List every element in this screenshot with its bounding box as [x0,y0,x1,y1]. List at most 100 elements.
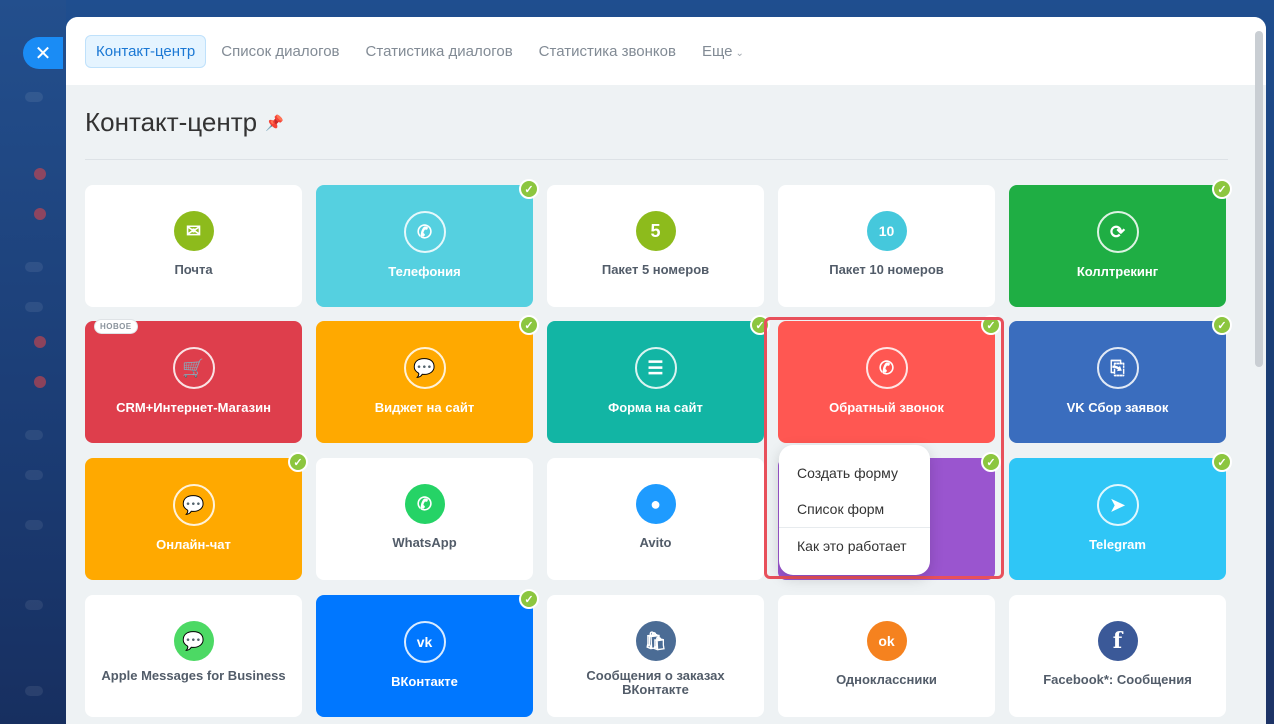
connector-label: Apple Messages for Business [101,668,286,683]
connector-label: VK Сбор заявок [1066,400,1169,415]
connected-check-icon: ✓ [981,452,1001,472]
scrollbar[interactable] [1255,31,1263,367]
background-menu-item [25,302,43,312]
page-title: Контакт-центр [85,107,258,137]
connector-label: WhatsApp [392,535,457,550]
connector-label: CRM+Интернет-Магазин [116,400,271,415]
connector-tile[interactable]: ✆ Обратный звонок ✓ [778,315,1001,443]
calltracking-icon: ⟳ [1096,211,1139,253]
online-chat-icon: 💬 [172,484,215,526]
connector-label: Одноклассники [836,672,937,687]
connected-check-icon: ✓ [1212,452,1232,472]
menu-item-create-form[interactable]: Создать форму [779,455,930,491]
divider [85,159,1228,160]
background-menu-item [25,262,43,272]
background-counter [34,168,46,180]
background-menu-item [25,520,43,530]
pin-icon[interactable]: 📌 [265,114,284,132]
connected-check-icon: ✓ [519,179,539,199]
connector-tile[interactable]: ✉ Почта [85,185,302,307]
icon-number: 5 [650,220,661,241]
connector-tile[interactable]: 10 Пакет 10 номеров [778,185,995,307]
connector-label: Telegram [1089,537,1146,552]
connector-tile[interactable]: f Facebook*: Сообщения [1009,595,1226,717]
page-header: Контакт-центр 📌 [85,107,284,138]
connected-check-icon: ✓ [288,452,308,472]
connector-tile[interactable]: ✆ WhatsApp [316,458,533,580]
background-counter [34,208,46,220]
whatsapp-icon: ✆ [404,484,445,524]
connector-label: Виджет на сайт [374,400,475,415]
connector-tile[interactable]: 🛒 CRM+Интернет-Магазин НОВОЕ [85,319,302,443]
background-counter [34,336,46,348]
vk-orders-icon: 🛍 [635,621,676,661]
connector-tile[interactable]: ☰ Форма на сайт ✓ [547,315,770,443]
tab-contact-center[interactable]: Контакт-центр [85,34,207,68]
background-counter [34,376,46,388]
connector-label: Онлайн-чат [156,537,231,552]
tab-call-stats[interactable]: Статистика звонков [528,35,687,68]
connector-tile[interactable]: 🛍 Сообщения о заказах ВКонтакте [547,595,764,717]
chat-widget-icon: 💬 [403,347,446,389]
connector-tile[interactable]: 💬 Apple Messages for Business [85,595,302,717]
connector-tile[interactable]: ⟳ Коллтрекинг ✓ [1009,179,1232,307]
ok-icon: ok [866,621,907,661]
close-icon: ✕ [34,42,52,65]
connector-tile[interactable]: 💬 Виджет на сайт ✓ [316,315,539,443]
tab-dialog-stats[interactable]: Статистика диалогов [355,35,524,68]
connector-label: Коллтрекинг [1076,264,1159,279]
connector-label: ВКонтакте [391,674,458,689]
connected-check-icon: ✓ [981,315,1001,335]
menu-item-how-it-works[interactable]: Как это работает [779,528,930,564]
avito-icon: ● [635,484,676,524]
icon-number: 10 [878,223,895,239]
background-menu-item [25,430,43,440]
connector-label: Форма на сайт [608,400,703,415]
connector-tile[interactable]: ⎘ VK Сбор заявок ✓ [1009,315,1232,443]
background-menu-item [25,686,43,696]
chevron-down-icon: ⌄ [735,47,744,59]
background-menu-item [25,92,43,102]
connector-label: Почта [174,262,213,277]
shop-icon: 🛒 [172,347,215,389]
mail-icon: ✉ [173,211,214,251]
connector-label: Пакет 10 номеров [829,262,944,277]
connected-check-icon: ✓ [1212,315,1232,335]
tab-more[interactable]: Еще ⌄ [691,35,755,68]
callback-menu-popup: Создать форму Список форм Как это работа… [779,445,930,575]
close-slider-button[interactable]: ✕ [23,37,63,69]
connector-tile[interactable]: 💬 Онлайн-чат ✓ [85,452,308,580]
phone-icon: ✆ [403,211,446,253]
connector-label: Сообщения о заказах ВКонтакте [586,668,725,697]
connector-label: Facebook*: Сообщения [1043,672,1192,687]
connected-check-icon: ✓ [750,315,770,335]
connector-tile[interactable]: ok Одноклассники [778,595,995,717]
connector-tile[interactable]: ➤ Telegram ✓ [1009,452,1232,580]
connector-label: Avito [639,535,672,550]
connector-tile[interactable]: ● Avito [547,458,764,580]
top-navigation: Контакт-центр Список диалогов Статистика… [66,17,1266,85]
apple-messages-icon: 💬 [173,621,214,661]
connector-tile[interactable]: ✆ Телефония ✓ [316,179,539,307]
connector-label: Телефония [388,264,461,279]
tab-dialog-list[interactable]: Список диалогов [210,35,350,68]
background-menu-item [25,470,43,480]
contact-center-slider: Контакт-центр Список диалогов Статистика… [66,17,1266,724]
form-icon: ☰ [634,347,677,389]
background-sidebar [0,0,66,724]
connector-tile[interactable]: vk ВКонтакте ✓ [316,589,539,717]
vk-leads-icon: ⎘ [1096,347,1139,389]
callback-icon: ✆ [865,347,908,389]
connected-check-icon: ✓ [519,589,539,609]
facebook-icon: f [1097,621,1138,661]
connector-tile[interactable]: 5 Пакет 5 номеров [547,185,764,307]
vk-icon: vk [403,621,446,663]
tab-more-label: Еще [701,42,733,60]
ten-numbers-icon: 10 [866,211,907,251]
connector-label: Обратный звонок [829,400,944,415]
new-badge: НОВОЕ [94,319,138,334]
telegram-icon: ➤ [1096,484,1139,526]
menu-item-forms-list[interactable]: Список форм [779,491,930,527]
five-numbers-icon: 5 [635,211,676,251]
connected-check-icon: ✓ [519,315,539,335]
